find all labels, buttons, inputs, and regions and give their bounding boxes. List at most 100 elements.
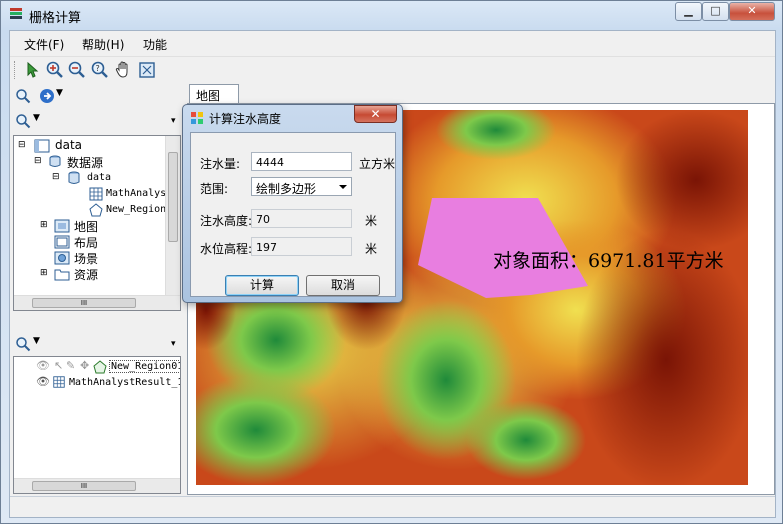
layer-label: MathAnalystResult_1 [69,377,181,388]
layer-label: New_Region01 [109,360,180,373]
collapse-icon[interactable]: ⊟ [52,172,60,182]
range-select[interactable]: 绘制多边形 [251,177,352,196]
selectable-arrow-icon[interactable]: ↖ [54,359,63,372]
water-height-output: 70 [251,209,352,228]
menu-functions[interactable]: 功能 [143,36,167,53]
tree-item-label: data [87,172,112,183]
panel-menu-icon[interactable]: ▾ [171,339,176,349]
expand-icon[interactable]: ⊞ [40,220,48,230]
expand-icon[interactable]: ⊞ [40,268,48,278]
water-volume-label: 注水量: [200,157,241,171]
water-volume-input[interactable]: 4444 [251,152,352,171]
pan-hand-icon[interactable] [113,60,133,80]
scroll-thumb[interactable] [168,152,178,242]
tab-map[interactable]: 地图 [189,84,239,104]
object-area-label: 对象面积：6971.81平方米 [493,250,724,272]
toolbar-grip[interactable] [14,61,17,79]
region-dataset-icon [89,203,103,217]
forward-arrow-icon[interactable] [39,88,55,104]
collapse-icon[interactable]: ⊟ [34,156,42,166]
search-icon[interactable] [15,336,31,352]
layer-item-region[interactable]: 👁 ↖ ✎ ✥ New_Region01 [36,359,180,375]
left-panel: ▼ ▼ ▾ ⊟ data ⊟ 数据源 ⊟ data MathAnalys New… [10,83,183,494]
close-button[interactable]: ✕ [729,2,775,21]
select-arrow-icon[interactable] [23,60,43,80]
tree-item-resources[interactable]: ⊞ 资源 [40,266,160,282]
tree-item-datasource-data[interactable]: ⊟ data [52,170,167,186]
zoom-out-icon[interactable] [67,60,87,80]
chevron-down-icon[interactable]: ▼ [56,88,63,98]
resources-folder-icon [54,269,70,281]
tree-item-label: 布局 [74,236,99,250]
workspace-tree: ⊟ data ⊟ 数据源 ⊟ data MathAnalys New_Regio… [13,135,181,311]
water-level-label: 水位高程: [200,242,253,256]
tree-item-datasources[interactable]: ⊟ 数据源 [34,154,164,170]
dialog-close-button[interactable]: ✕ [354,105,397,123]
region-layer-icon [93,360,107,374]
tree-item-label: 资源 [74,268,99,282]
layer-item-raster[interactable]: 👁 MathAnalystResult_1 [36,375,181,391]
zoom-in-icon[interactable] [45,60,65,80]
window-title: 栅格计算 [29,11,82,26]
svg-text:?: ? [96,64,100,73]
menu-bar: 文件(F) 帮助(H) 功能 [10,31,775,56]
minimize-button[interactable]: ▁ [675,2,702,21]
chevron-down-icon[interactable] [339,185,347,189]
tree-item-maps[interactable]: ⊞ 地图 [40,218,160,234]
title-bar: 栅格计算 ▁ □ ✕ [1,1,782,29]
collapse-icon[interactable]: ⊟ [18,140,26,150]
chevron-down-icon[interactable]: ▼ [33,113,40,123]
tree-vertical-scrollbar[interactable] [165,136,180,296]
water-height-label: 注水高度: [200,214,253,228]
editable-pencil-icon[interactable]: ✎ [66,359,75,372]
menu-file[interactable]: 文件(F) [24,36,64,53]
dialog-body: 注水量: 4444 立方米 范围: 绘制多边形 注水高度: 70 米 水位高程:… [190,132,396,297]
tree-item-workspace[interactable]: ⊟ data [18,138,168,154]
workspace-icon [34,139,50,153]
status-bar [10,496,775,518]
tree-item-label: 数据源 [67,156,104,170]
zoom-query-icon[interactable]: ? [90,60,110,80]
layer-list: 👁 ↖ ✎ ✥ New_Region01 👁 MathAnalystResult… [13,356,181,494]
water-level-output: 197 [251,237,352,256]
water-height-unit: 米 [365,214,378,228]
search-icon[interactable] [15,113,31,129]
tree-horizontal-scrollbar[interactable]: III [14,295,180,310]
workspace-toolbar: ▼ [13,85,181,107]
maximize-button[interactable]: □ [702,2,729,21]
tree-search-bar: ▼ ▾ [13,110,181,132]
panel-menu-icon[interactable]: ▾ [171,116,176,126]
scene-folder-icon [54,251,70,265]
snappable-icon[interactable]: ✥ [80,359,89,372]
database-icon [68,171,80,184]
tree-item-layouts[interactable]: 布局 [40,234,160,250]
visibility-eye-icon[interactable]: 👁 [36,375,50,388]
layer-horizontal-scrollbar[interactable]: III [14,478,180,493]
layout-folder-icon [54,235,70,249]
range-label: 范围: [200,182,229,196]
dialog-title: 计算注水高度 [209,112,282,126]
full-extent-icon[interactable] [137,60,157,80]
visibility-eye-icon[interactable]: 👁 [36,359,50,372]
chevron-down-icon[interactable]: ▼ [33,336,40,346]
app-logo-icon [10,8,22,19]
tree-item-label: data [55,138,83,152]
cancel-button[interactable]: 取消 [306,275,380,296]
tree-item-scenes[interactable]: 场景 [40,250,160,266]
range-selected-value: 绘制多边形 [256,182,317,196]
map-folder-icon [54,219,70,233]
scroll-thumb[interactable]: III [32,481,136,491]
map-toolbar: ? [10,56,775,82]
grid-layer-icon [53,376,65,388]
dialog-app-icon [191,112,203,124]
tree-item-label: 地图 [74,220,99,234]
menu-help[interactable]: 帮助(H) [82,36,124,53]
scroll-thumb[interactable]: III [32,298,136,308]
search-icon[interactable] [15,88,31,104]
calculate-button[interactable]: 计算 [225,275,299,296]
grid-dataset-icon [89,187,103,201]
water-volume-unit: 立方米 [359,157,396,171]
layer-search-bar: ▼ ▾ [13,333,181,355]
water-height-dialog: 计算注水高度 ✕ 注水量: 4444 立方米 范围: 绘制多边形 注水高度: 7… [182,104,403,303]
tree-item-label: New_Region [106,204,167,215]
